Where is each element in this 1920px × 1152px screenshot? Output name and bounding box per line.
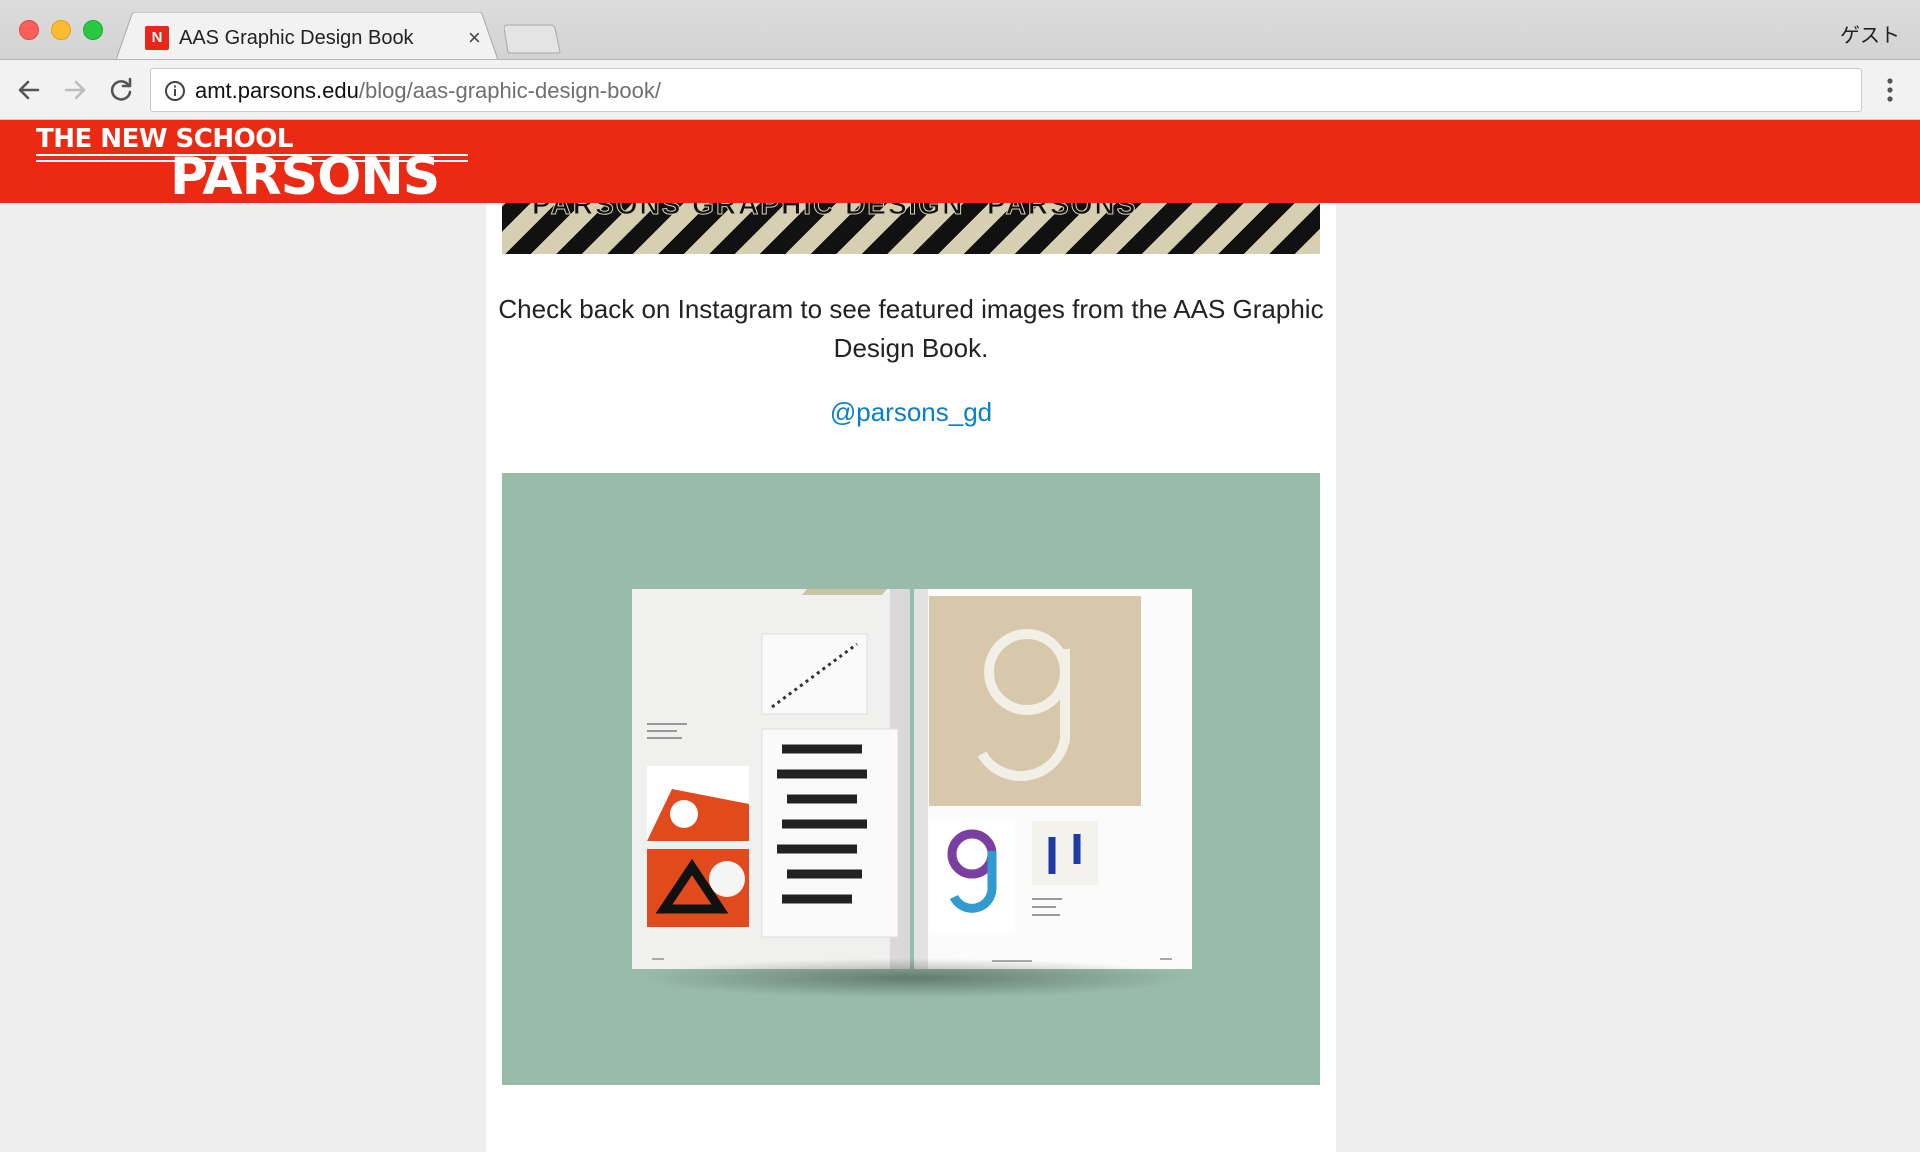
profile-label[interactable]: ゲスト [1840, 19, 1900, 48]
kebab-menu-icon[interactable] [1882, 73, 1898, 107]
article-column: PARSONS GRAPHIC DESIGN PARSONS Check bac… [486, 203, 1336, 1152]
url-text[interactable]: amt.parsons.edu/blog/aas-graphic-design-… [195, 78, 661, 104]
info-icon[interactable] [163, 79, 187, 103]
site-header: THE NEW SCHOOL PARSONS [0, 120, 1920, 203]
striped-banner-image: PARSONS GRAPHIC DESIGN PARSONS [502, 203, 1320, 254]
intro-paragraph: Check back on Instagram to see featured … [498, 294, 1324, 363]
book-shadow [632, 958, 1192, 998]
url-path: /blog/aas-graphic-design-book/ [358, 78, 661, 103]
minimize-window-button[interactable] [51, 20, 71, 40]
instagram-link[interactable]: @parsons_gd [486, 397, 1336, 428]
back-arrow-icon[interactable] [14, 75, 44, 105]
banner-text-left: PARSONS GRAPHIC DESIGN [531, 203, 965, 221]
new-tab-button[interactable] [503, 24, 562, 54]
tab-active[interactable]: N AAS Graphic Design Book × [116, 12, 498, 60]
zoom-window-button[interactable] [83, 20, 103, 40]
book-spread-image [502, 473, 1320, 1085]
close-window-button[interactable] [19, 20, 39, 40]
url-host: amt.parsons.edu [195, 78, 359, 103]
browser-toolbar: amt.parsons.edu/blog/aas-graphic-design-… [0, 59, 1920, 120]
reload-icon[interactable] [106, 75, 136, 105]
book-illustration [632, 589, 1192, 969]
banner-text-right: PARSONS [986, 203, 1138, 221]
tab-title: AAS Graphic Design Book [179, 27, 414, 49]
tab-close-icon[interactable]: × [468, 26, 481, 50]
parsons-favicon-icon: N [145, 26, 169, 50]
forward-arrow-icon[interactable] [60, 75, 90, 105]
address-bar[interactable]: amt.parsons.edu/blog/aas-graphic-design-… [150, 68, 1862, 112]
logo-parsons: PARSONS [170, 147, 440, 207]
tab-bar: N AAS Graphic Design Book × ゲスト [0, 0, 1920, 60]
page-viewport: THE NEW SCHOOL PARSONS PARSONS GRAPHIC D… [0, 120, 1920, 1152]
